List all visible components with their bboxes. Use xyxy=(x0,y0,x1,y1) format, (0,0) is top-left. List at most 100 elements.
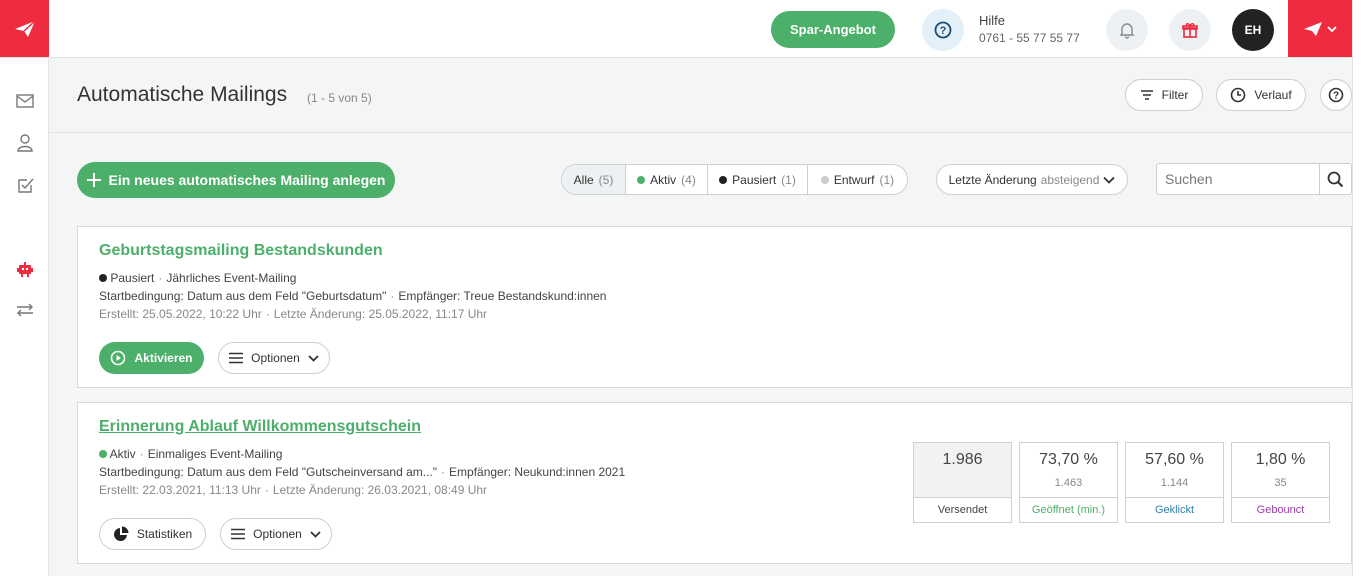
question-icon: ? xyxy=(934,21,952,39)
stat-label: Gebounct xyxy=(1232,497,1329,522)
stat-value: 57,60 % xyxy=(1145,451,1204,468)
tab-count: (1) xyxy=(879,172,895,187)
filter-button[interactable]: Filter xyxy=(1125,79,1203,111)
mailing-type: Einmaliges Event-Mailing xyxy=(147,447,283,461)
stat-label: Geöffnet (min.) xyxy=(1020,497,1117,522)
statistics-label: Statistiken xyxy=(136,527,193,541)
mailing-title[interactable]: Geburtstagsmailing Bestandskunden xyxy=(99,242,383,260)
avatar[interactable]: EH xyxy=(1232,9,1274,51)
tab-label: Pausiert xyxy=(732,172,777,187)
chevron-down-icon xyxy=(1103,176,1116,184)
bell-icon xyxy=(1119,23,1135,39)
stat-value: 1.986 xyxy=(942,451,983,468)
sort-order: absteigend xyxy=(1040,172,1100,187)
mailing-dates: Erstellt: 25.05.2022, 10:22 Uhr · Letzte Ä… xyxy=(99,307,488,321)
filter-label: Filter xyxy=(1161,88,1189,102)
notifications-button[interactable] xyxy=(1106,9,1148,51)
tab-active[interactable]: Aktiv (4) xyxy=(626,165,708,194)
mailing-conditions: Startbedingung: Datum aus dem Feld "Gebu… xyxy=(99,289,607,303)
mailing-type: Jährliches Event-Mailing xyxy=(166,271,297,285)
tab-all[interactable]: Alle (5) xyxy=(562,165,626,194)
stat-count: 35 xyxy=(1274,477,1287,489)
history-label: Verlauf xyxy=(1254,88,1292,102)
menu-icon xyxy=(231,528,246,540)
mailing-card: Erinnerung Ablauf Willkommensgutschein A… xyxy=(77,402,1352,564)
new-mailing-label: Ein neues automatisches Mailing anlegen xyxy=(108,172,386,188)
recipients: Empfänger: Treue Bestandskund:innen xyxy=(398,289,607,303)
sort-select[interactable]: Letzte Änderung absteigend xyxy=(936,164,1128,195)
tab-count: (4) xyxy=(681,172,696,187)
sidebar-item-contacts[interactable] xyxy=(15,133,35,153)
options-label: Optionen xyxy=(253,527,302,541)
status-dot xyxy=(820,175,829,184)
stat-bounced: 1,80 % 35 Gebounct xyxy=(1231,442,1330,523)
page-title: Automatische Mailings xyxy=(77,83,288,106)
user-icon xyxy=(17,134,33,152)
created-date: Erstellt: 25.05.2022, 10:22 Uhr xyxy=(99,307,262,321)
mailing-dates: Erstellt: 22.03.2021, 11:13 Uhr · Letzte Ä… xyxy=(99,483,488,497)
page-help-button[interactable]: ? xyxy=(1320,79,1352,111)
chevron-down-icon xyxy=(310,530,321,538)
statistics-button[interactable]: Statistiken xyxy=(99,518,206,550)
status-filter: Alle (5) Aktiv (4) Pausiert (1) Entwurf … xyxy=(561,164,908,195)
help-label: Hilfe xyxy=(979,13,1006,28)
paper-plane-icon xyxy=(14,19,36,37)
status-dot xyxy=(719,175,728,184)
account-menu-button[interactable] xyxy=(1288,0,1352,57)
filter-icon xyxy=(1140,90,1153,100)
options-button[interactable]: Optionen xyxy=(218,342,330,374)
robot-icon xyxy=(17,262,33,277)
sidebar-item-mailings[interactable] xyxy=(15,91,35,111)
options-label: Optionen xyxy=(251,351,300,365)
question-icon: ? xyxy=(1328,87,1344,103)
stat-label: Geklickt xyxy=(1126,497,1223,522)
activate-button[interactable]: Aktivieren xyxy=(99,342,204,374)
offer-button[interactable]: Spar-Angebot xyxy=(771,11,895,48)
mailing-conditions: Startbedingung: Datum aus dem Feld "Guts… xyxy=(99,465,626,479)
changed-date: Letzte Änderung: 25.05.2022, 11:17 Uhr xyxy=(273,307,488,321)
menu-icon xyxy=(229,352,244,364)
tab-draft[interactable]: Entwurf (1) xyxy=(808,165,907,194)
help-button[interactable]: ? xyxy=(922,9,964,51)
stat-label: Versendet xyxy=(914,497,1011,522)
stat-value: 1,80 % xyxy=(1255,451,1306,468)
sidebar-item-integrations[interactable] xyxy=(15,300,35,320)
tab-label: Entwurf xyxy=(833,172,875,187)
stat-value: 73,70 % xyxy=(1039,451,1098,468)
sidebar-item-forms[interactable] xyxy=(15,175,35,195)
start-condition: Startbedingung: Datum aus dem Feld "Gebu… xyxy=(99,289,387,303)
options-button[interactable]: Optionen xyxy=(220,518,332,550)
mailing-status-line: Aktiv · Einmaliges Event-Mailing xyxy=(99,447,282,461)
status-dot xyxy=(99,274,107,282)
scrollbar-track[interactable] xyxy=(1352,0,1365,576)
search-input[interactable] xyxy=(1157,164,1319,194)
svg-text:?: ? xyxy=(1333,91,1339,102)
search-button[interactable] xyxy=(1319,164,1351,194)
mailing-status: Aktiv xyxy=(109,447,136,461)
status-dot xyxy=(637,175,646,184)
tab-paused[interactable]: Pausiert (1) xyxy=(708,165,808,194)
mailing-status: Pausiert xyxy=(110,271,155,285)
activate-label: Aktivieren xyxy=(134,351,193,365)
created-date: Erstellt: 22.03.2021, 11:13 Uhr xyxy=(99,483,261,497)
mailing-title[interactable]: Erinnerung Ablauf Willkommensgutschein xyxy=(99,418,421,436)
gift-button[interactable] xyxy=(1169,9,1211,51)
checkbox-icon xyxy=(17,178,34,193)
logo[interactable] xyxy=(0,0,49,57)
start-condition: Startbedingung: Datum aus dem Feld "Guts… xyxy=(99,465,438,479)
stat-count: 1.463 xyxy=(1054,477,1083,489)
sort-label: Letzte Änderung xyxy=(948,172,1037,187)
svg-text:?: ? xyxy=(940,25,947,37)
top-bar: Spar-Angebot ? Hilfe 0761 - 55 77 55 77 … xyxy=(0,0,1365,58)
new-mailing-button[interactable]: Ein neues automatisches Mailing anlegen xyxy=(77,162,395,198)
sidebar-item-automation[interactable] xyxy=(15,259,35,279)
clock-icon xyxy=(1231,87,1246,103)
mailing-status-line: Pausiert · Jährliches Event-Mailing xyxy=(99,271,296,285)
tab-label: Aktiv xyxy=(650,172,677,187)
search-icon xyxy=(1327,171,1344,187)
history-button[interactable]: Verlauf xyxy=(1216,79,1306,111)
chevron-down-icon xyxy=(308,354,319,362)
stat-count: 1.144 xyxy=(1160,477,1189,489)
stat-sent: 1.986 Versendet xyxy=(913,442,1012,523)
tab-label: Alle xyxy=(573,172,594,187)
